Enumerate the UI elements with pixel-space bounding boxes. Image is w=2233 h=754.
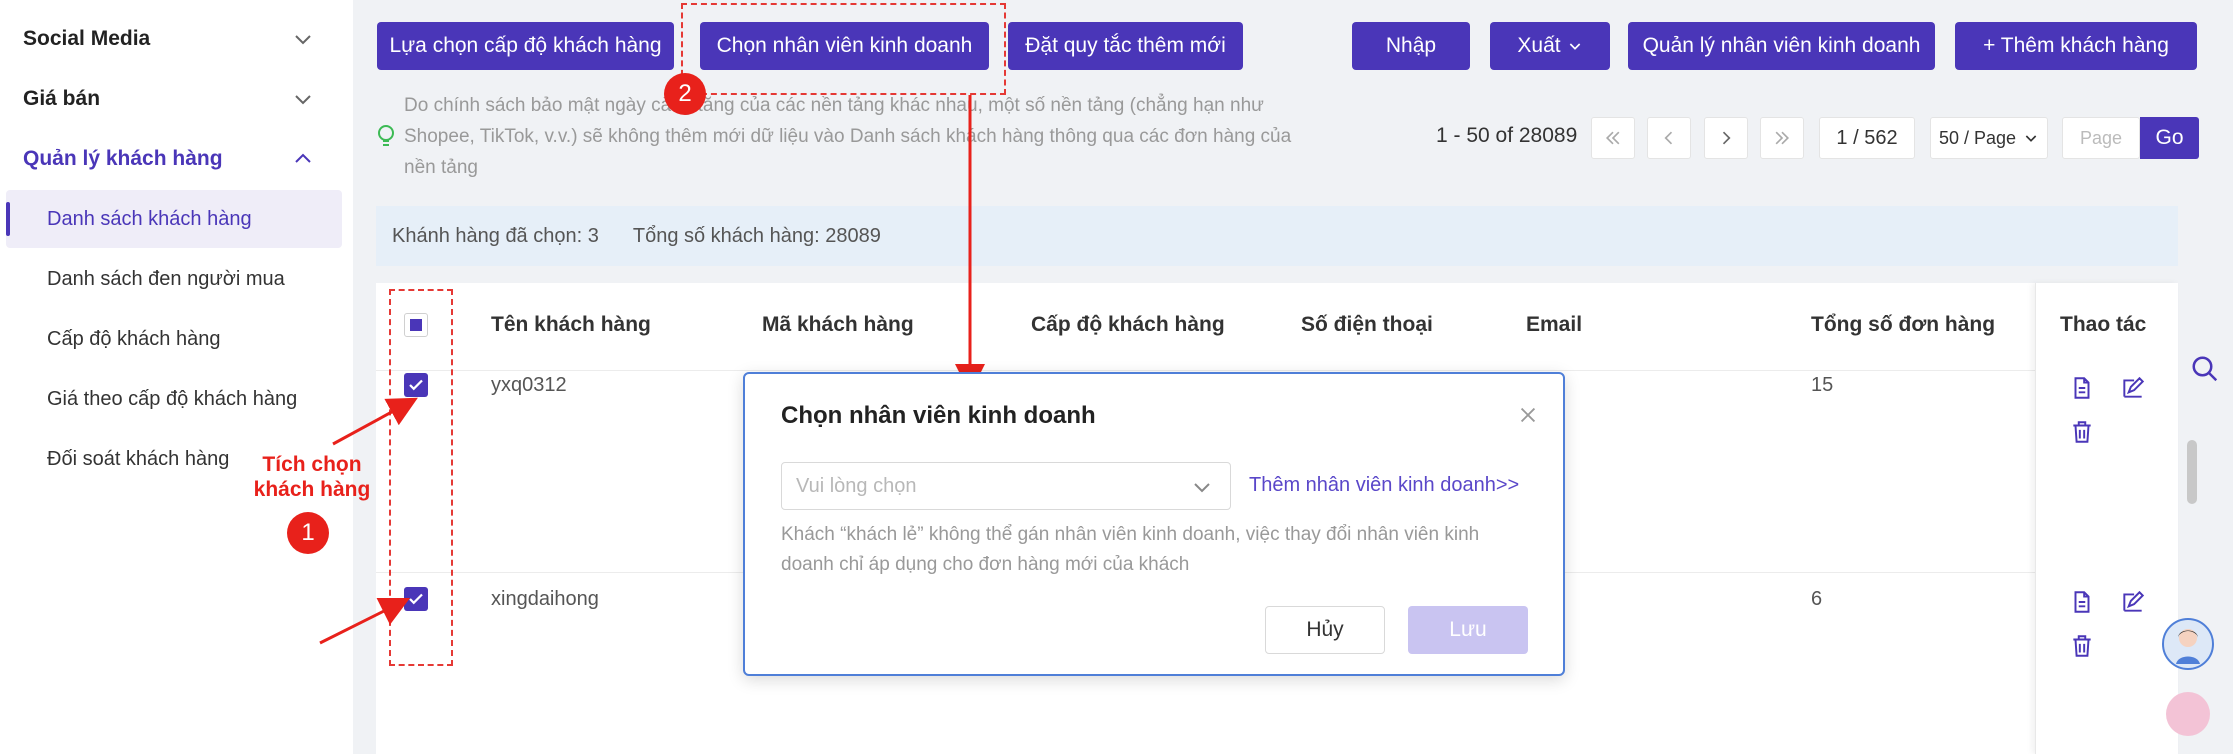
first-page-button[interactable] bbox=[1591, 117, 1635, 159]
button-label: Nhập bbox=[1385, 34, 1437, 57]
order-count: 6 bbox=[1811, 588, 1823, 610]
button-label: + Thêm khách hàng bbox=[1983, 34, 2169, 57]
annotation-note: Tích chọn khách hàng bbox=[253, 453, 371, 501]
export-button[interactable]: Xuất bbox=[1490, 22, 1610, 70]
sidebar-group-label: Giá bán bbox=[23, 87, 101, 110]
sidebar-item-label: Danh sách đen người mua bbox=[47, 267, 285, 290]
chevron-up-icon bbox=[295, 153, 311, 163]
header-tong-don-hang: Tổng số đơn hàng bbox=[1811, 313, 1996, 336]
selected-count: Khánh hàng đã chọn: 3 bbox=[392, 224, 599, 247]
page-input[interactable]: Page bbox=[2062, 117, 2140, 159]
chevron-down-icon bbox=[1194, 483, 1210, 493]
sidebar-group-social-media[interactable]: Social Media bbox=[0, 9, 353, 69]
scrollbar-thumb[interactable] bbox=[2187, 440, 2197, 504]
modal-title: Chọn nhân viên kinh doanh bbox=[781, 402, 1096, 429]
modal-hint: Khách “khách lẻ” không thể gán nhân viên… bbox=[781, 524, 1480, 575]
manage-sales-button[interactable]: Quản lý nhân viên kinh doanh bbox=[1628, 22, 1935, 70]
import-button[interactable]: Nhập bbox=[1352, 22, 1470, 70]
double-chevron-right-icon bbox=[1775, 131, 1790, 145]
go-button[interactable]: Go bbox=[2140, 117, 2199, 159]
total-count: Tổng số khách hàng: 28089 bbox=[632, 224, 881, 247]
chevron-left-icon bbox=[1664, 131, 1673, 145]
select-sales-modal: Chọn nhân viên kinh doanh Vui lòng chọn … bbox=[743, 372, 1565, 676]
lightbulb-icon bbox=[378, 125, 394, 146]
header-cap-do: Cấp độ khách hàng bbox=[1031, 313, 1225, 336]
close-icon[interactable] bbox=[1517, 404, 1539, 426]
chevron-down-icon bbox=[295, 35, 311, 45]
sidebar-item-label: Cấp độ khách hàng bbox=[47, 327, 221, 350]
assistant-avatar-icon bbox=[2176, 629, 2200, 664]
sidebar-item-danh-sach-den[interactable]: Danh sách đen người mua bbox=[6, 250, 342, 308]
sales-select[interactable]: Vui lòng chọn bbox=[781, 462, 1231, 510]
customer-name: yxq0312 bbox=[491, 374, 567, 396]
sidebar-group-quan-ly-khach-hang[interactable]: Quản lý khách hàng bbox=[0, 129, 353, 189]
page-size-value: 50 / Page bbox=[1939, 127, 2017, 148]
table-header-divider bbox=[376, 370, 2178, 371]
annotation-box-step2 bbox=[681, 3, 1006, 95]
page-size-select[interactable]: 50 / Page bbox=[1930, 117, 2048, 159]
trash-icon[interactable] bbox=[2069, 419, 2095, 445]
sidebar-item-label: Danh sách khách hàng bbox=[47, 207, 252, 230]
order-count: 15 bbox=[1811, 374, 1834, 396]
double-chevron-left-icon bbox=[1605, 131, 1620, 145]
notice-text: Do chính sách bảo mật ngày càng tăng của… bbox=[404, 95, 1292, 178]
save-button[interactable]: Lưu bbox=[1408, 606, 1528, 654]
search-icon[interactable] bbox=[2190, 354, 2220, 384]
trash-icon[interactable] bbox=[2069, 633, 2095, 659]
sidebar-item-danh-sach-khach-hang[interactable]: Danh sách khách hàng bbox=[6, 190, 342, 248]
customer-name: xingdaihong bbox=[491, 588, 599, 610]
cancel-button[interactable]: Hủy bbox=[1265, 606, 1385, 654]
header-email: Email bbox=[1526, 313, 1583, 336]
document-icon[interactable] bbox=[2069, 589, 2095, 615]
sales-select-placeholder: Vui lòng chọn bbox=[796, 474, 917, 497]
page-input-placeholder: Page bbox=[2079, 127, 2123, 148]
button-label: Lưu bbox=[1449, 618, 1487, 641]
chevron-down-icon bbox=[295, 95, 311, 105]
sidebar-item-label: Đối soát khách hàng bbox=[47, 447, 230, 470]
header-ten-khach-hang: Tên khách hàng bbox=[491, 313, 651, 336]
document-icon[interactable] bbox=[2069, 375, 2095, 401]
chat-bubble-icon[interactable] bbox=[2166, 692, 2210, 736]
actions-column: Thao tác bbox=[2035, 283, 2178, 754]
selection-info-bar: Khánh hàng đã chọn: 3 Tổng số khách hàng… bbox=[376, 206, 2178, 266]
header-ma-khach-hang: Mã khách hàng bbox=[762, 313, 914, 336]
annotation-badge-1: 1 bbox=[287, 512, 329, 554]
current-page-display: 1 / 562 bbox=[1819, 117, 1915, 159]
set-rule-button[interactable]: Đặt quy tắc thêm mới bbox=[1008, 22, 1243, 70]
button-label: Quản lý nhân viên kinh doanh bbox=[1642, 34, 1921, 57]
chevron-down-icon bbox=[2025, 135, 2037, 142]
sidebar-item-cap-do-khach-hang[interactable]: Cấp độ khách hàng bbox=[6, 310, 342, 368]
button-label: Xuất bbox=[1517, 34, 1561, 57]
button-label: Go bbox=[2155, 126, 2184, 149]
add-customer-button[interactable]: + Thêm khách hàng bbox=[1955, 22, 2197, 70]
header-so-dien-thoai: Số điện thoại bbox=[1301, 313, 1433, 336]
button-label: Đặt quy tắc thêm mới bbox=[1025, 34, 1226, 57]
button-label: Lựa chọn cấp độ khách hàng bbox=[389, 34, 662, 57]
next-page-button[interactable] bbox=[1704, 117, 1748, 159]
sidebar: Social Media Giá bán Quản lý khách hàng … bbox=[0, 0, 353, 754]
button-label: Hủy bbox=[1306, 618, 1344, 641]
sidebar-item-gia-theo-cap-do[interactable]: Giá theo cấp độ khách hàng bbox=[6, 370, 342, 428]
avatar[interactable] bbox=[2162, 618, 2214, 670]
chevron-right-icon bbox=[1722, 131, 1731, 145]
last-page-button[interactable] bbox=[1760, 117, 1804, 159]
edit-icon[interactable] bbox=[2120, 375, 2146, 401]
annotation-box-step1 bbox=[389, 289, 453, 666]
edit-icon[interactable] bbox=[2120, 589, 2146, 615]
select-level-button[interactable]: Lựa chọn cấp độ khách hàng bbox=[377, 22, 674, 70]
header-thao-tac: Thao tác bbox=[2060, 313, 2147, 336]
sidebar-group-label: Social Media bbox=[23, 27, 151, 50]
annotation-badge-2: 2 bbox=[664, 73, 706, 115]
prev-page-button[interactable] bbox=[1647, 117, 1691, 159]
sidebar-group-gia-ban[interactable]: Giá bán bbox=[0, 69, 353, 129]
add-sales-link[interactable]: Thêm nhân viên kinh doanh>> bbox=[1249, 474, 1519, 497]
sidebar-item-label: Giá theo cấp độ khách hàng bbox=[47, 387, 298, 410]
pagination-range: 1 - 50 of 28089 bbox=[1436, 124, 1578, 147]
sidebar-group-label: Quản lý khách hàng bbox=[23, 147, 223, 170]
chevron-down-icon bbox=[1569, 43, 1580, 50]
